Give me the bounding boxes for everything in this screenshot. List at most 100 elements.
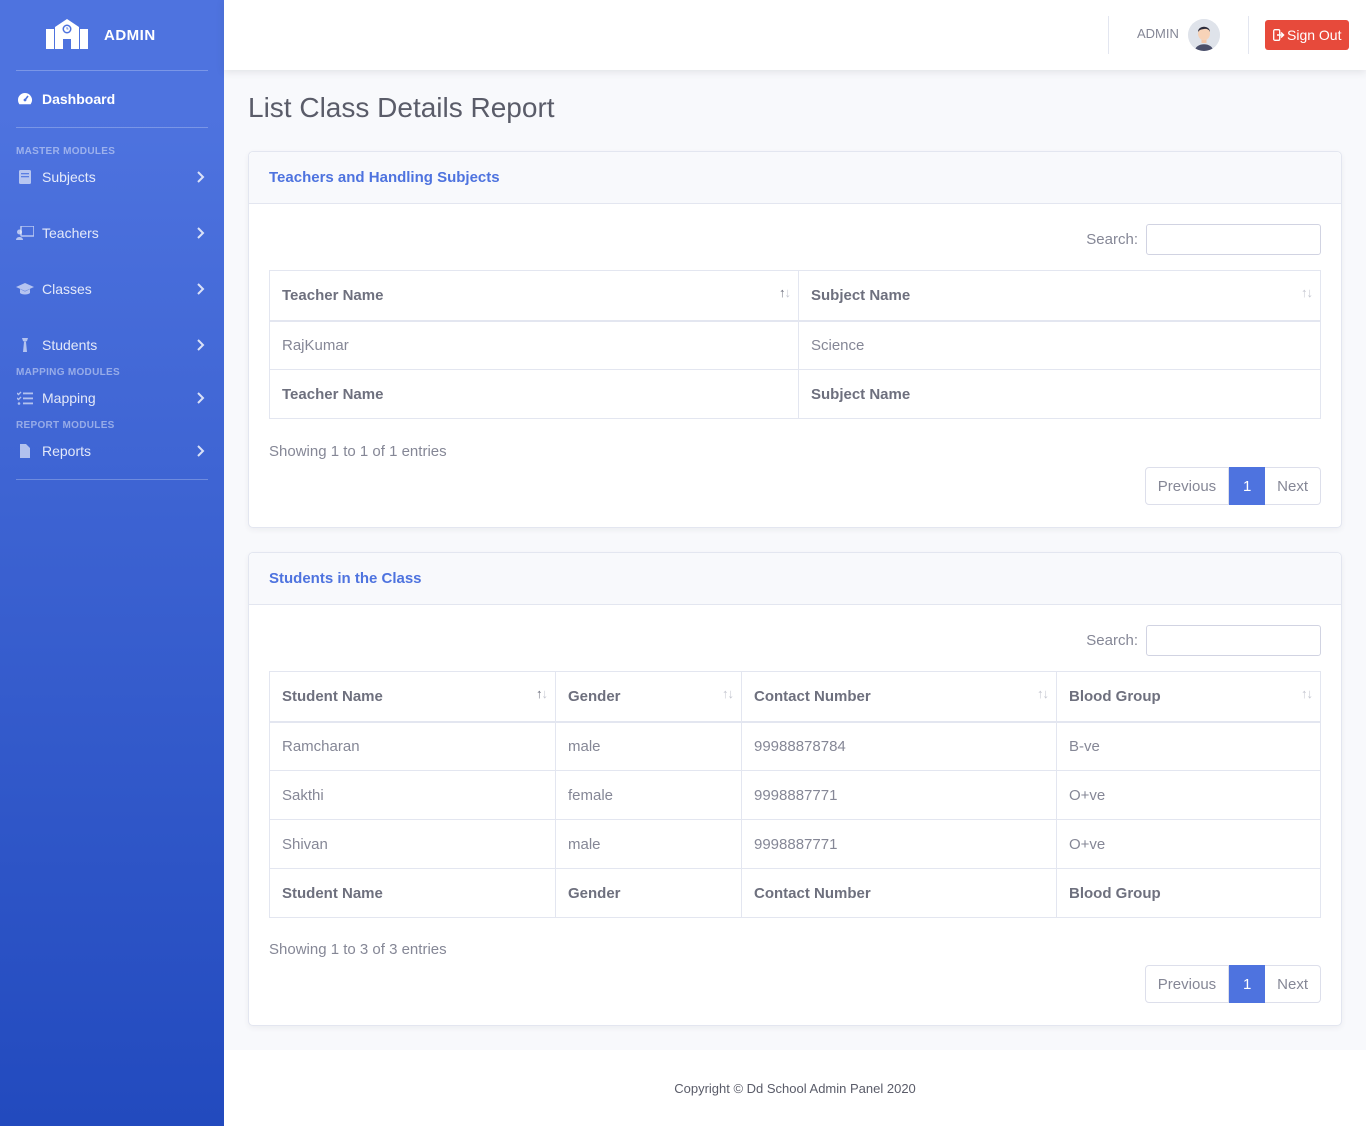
footer-blood-group: Blood Group: [1056, 868, 1321, 918]
avatar[interactable]: [1188, 19, 1220, 51]
column-label: Student Name: [282, 687, 383, 705]
footer-teacher-name: Teacher Name: [269, 369, 799, 419]
page-1-button[interactable]: 1: [1229, 965, 1266, 1003]
column-header-gender[interactable]: Gender ↑↓: [555, 671, 742, 723]
teachers-card: Teachers and Handling Subjects Search: T…: [248, 151, 1342, 528]
user-tie-icon: [16, 338, 34, 352]
sidebar-item-label: Dashboard: [42, 91, 116, 107]
blood-group-cell: B-ve: [1056, 721, 1321, 771]
sidebar-item-teachers[interactable]: Teachers: [0, 205, 224, 261]
students-card: Students in the Class Search: Student Na…: [248, 552, 1342, 1026]
footer-gender: Gender: [555, 868, 742, 918]
sign-out-icon: [1273, 29, 1285, 41]
column-header-teacher-name[interactable]: Teacher Name ↑↓: [269, 270, 799, 322]
previous-button[interactable]: Previous: [1144, 965, 1230, 1003]
sidebar-item-label: Subjects: [42, 169, 96, 185]
column-header-student-name[interactable]: Student Name ↑↓: [269, 671, 556, 723]
table-info: Showing 1 to 1 of 1 entries: [269, 443, 447, 460]
sidebar-item-dashboard[interactable]: Dashboard: [0, 71, 224, 127]
sidebar-item-label: Reports: [42, 443, 92, 459]
graduation-cap-icon: [16, 282, 34, 296]
gender-cell: male: [555, 819, 742, 869]
column-label: Gender: [568, 687, 621, 705]
sidebar-item-label: Teachers: [42, 225, 99, 241]
brand-title: ADMIN: [104, 26, 156, 44]
book-icon: [16, 170, 34, 184]
page-title: List Class Details Report: [248, 92, 555, 123]
sidebar-item-label: Mapping: [42, 390, 96, 406]
sidebar-item-students[interactable]: Students: [0, 317, 224, 373]
student-name-cell: Sakthi: [269, 770, 556, 820]
sidebar-item-label: Classes: [42, 281, 92, 297]
table-footer-row: Teacher Name Subject Name: [269, 369, 1321, 419]
sort-asc-icon: ↑↓: [536, 686, 548, 701]
column-label: Contact Number: [754, 687, 871, 705]
table-header-row: Teacher Name ↑↓ Subject Name ↑↓: [269, 270, 1321, 322]
search-row: Search:: [1086, 224, 1321, 255]
table-header-row: Student Name ↑↓ Gender ↑↓ Contact Number ↑↓…: [269, 671, 1321, 723]
sidebar-item-subjects[interactable]: Subjects: [0, 149, 224, 205]
search-row: Search:: [1086, 625, 1321, 656]
chevron-right-icon: [197, 227, 205, 239]
pagination: Previous 1 Next: [1144, 467, 1321, 505]
chevron-right-icon: [197, 171, 205, 183]
column-header-subject-name[interactable]: Subject Name ↑↓: [798, 270, 1321, 322]
search-input[interactable]: [1146, 224, 1321, 255]
tasks-icon: [16, 391, 34, 405]
sign-out-button[interactable]: Sign Out: [1265, 20, 1350, 50]
footer: Copyright © Dd School Admin Panel 2020: [224, 1050, 1366, 1126]
sidebar-brand[interactable]: ADMIN: [0, 0, 224, 70]
next-button[interactable]: Next: [1265, 965, 1321, 1003]
table-row[interactable]: Sakthi female 9998887771 O+ve: [269, 770, 1321, 820]
search-input[interactable]: [1146, 625, 1321, 656]
contact-number-cell: 9998887771: [741, 819, 1057, 869]
column-label: Teacher Name: [282, 286, 384, 304]
sign-out-label: Sign Out: [1287, 27, 1342, 43]
column-header-blood-group[interactable]: Blood Group ↑↓: [1056, 671, 1321, 723]
topbar: ADMIN Sign Out: [224, 0, 1366, 70]
contact-number-cell: 9998887771: [741, 770, 1057, 820]
card-title: Students in the Class: [249, 553, 1341, 605]
chevron-right-icon: [197, 392, 205, 404]
student-name-cell: Shivan: [269, 819, 556, 869]
sort-icon: ↑↓: [1301, 285, 1313, 300]
sidebar-item-reports[interactable]: Reports: [0, 423, 224, 479]
next-button[interactable]: Next: [1265, 467, 1321, 505]
table-row[interactable]: Shivan male 9998887771 O+ve: [269, 819, 1321, 869]
footer-contact-number: Contact Number: [741, 868, 1057, 918]
sidebar-item-classes[interactable]: Classes: [0, 261, 224, 317]
sidebar-item-mapping[interactable]: Mapping: [0, 370, 224, 426]
sidebar-item-label: Students: [42, 337, 98, 353]
student-name-cell: Ramcharan: [269, 721, 556, 771]
table-footer-row: Student Name Gender Contact Number Blood…: [269, 868, 1321, 918]
sidebar-divider: [16, 479, 208, 480]
search-label: Search:: [1086, 231, 1138, 248]
file-icon: [16, 444, 34, 458]
copyright-text: Copyright © Dd School Admin Panel 2020: [674, 1080, 916, 1096]
column-label: Subject Name: [811, 286, 911, 304]
chalkboard-teacher-icon: [16, 226, 34, 240]
page-1-button[interactable]: 1: [1229, 467, 1266, 505]
teachers-table: Teacher Name ↑↓ Subject Name ↑↓ RajKumar S…: [269, 270, 1321, 419]
user-name[interactable]: ADMIN: [1137, 26, 1179, 41]
sort-icon: ↑↓: [1301, 686, 1313, 701]
column-header-contact-number[interactable]: Contact Number ↑↓: [741, 671, 1057, 723]
sidebar: ADMIN Dashboard MASTER MODULES Subjects …: [0, 0, 224, 1126]
table-info: Showing 1 to 3 of 3 entries: [269, 941, 447, 958]
table-row[interactable]: Ramcharan male 99988878784 B-ve: [269, 721, 1321, 771]
previous-button[interactable]: Previous: [1144, 467, 1230, 505]
tachometer-icon: [16, 92, 34, 106]
topbar-divider: [1108, 16, 1109, 54]
chevron-right-icon: [197, 339, 205, 351]
pagination: Previous 1 Next: [1144, 965, 1321, 1003]
table-row[interactable]: RajKumar Science: [269, 320, 1321, 370]
gender-cell: female: [555, 770, 742, 820]
search-label: Search:: [1086, 632, 1138, 649]
chevron-right-icon: [197, 445, 205, 457]
contact-number-cell: 99988878784: [741, 721, 1057, 771]
footer-student-name: Student Name: [269, 868, 556, 918]
subject-name-cell: Science: [798, 320, 1321, 370]
topbar-divider: [1248, 16, 1249, 54]
school-icon: [46, 17, 88, 54]
footer-subject-name: Subject Name: [798, 369, 1321, 419]
